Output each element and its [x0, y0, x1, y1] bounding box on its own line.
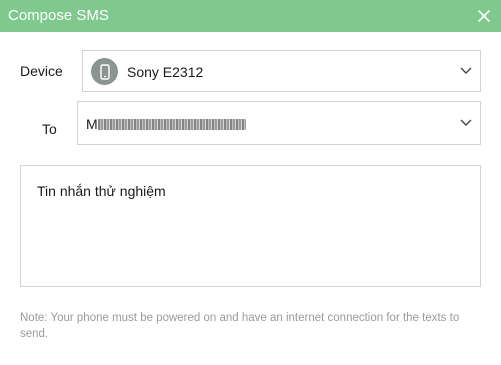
device-select[interactable]: Sony E2312 [82, 50, 481, 92]
device-label: Device [20, 63, 63, 79]
recipient-redacted [98, 119, 246, 130]
dialog-title: Compose SMS [8, 7, 109, 24]
close-button[interactable] [473, 5, 495, 27]
footer-note: Note: Your phone must be powered on and … [20, 312, 460, 340]
close-icon [478, 10, 490, 22]
chevron-down-icon [460, 119, 472, 126]
message-text: Tin nhắn thử nghiệm [37, 183, 166, 199]
to-label: To [42, 121, 57, 137]
phone-icon [91, 58, 118, 85]
title-bar: Compose SMS [0, 0, 501, 32]
device-name: Sony E2312 [127, 64, 204, 80]
compose-sms-dialog: Compose SMS Device Sony E2312 To M Tin n… [0, 0, 501, 365]
recipient-value: M [86, 116, 98, 132]
chevron-down-icon [460, 67, 472, 74]
recipient-select[interactable]: M [77, 101, 481, 145]
message-input[interactable]: Tin nhắn thử nghiệm [20, 165, 481, 287]
